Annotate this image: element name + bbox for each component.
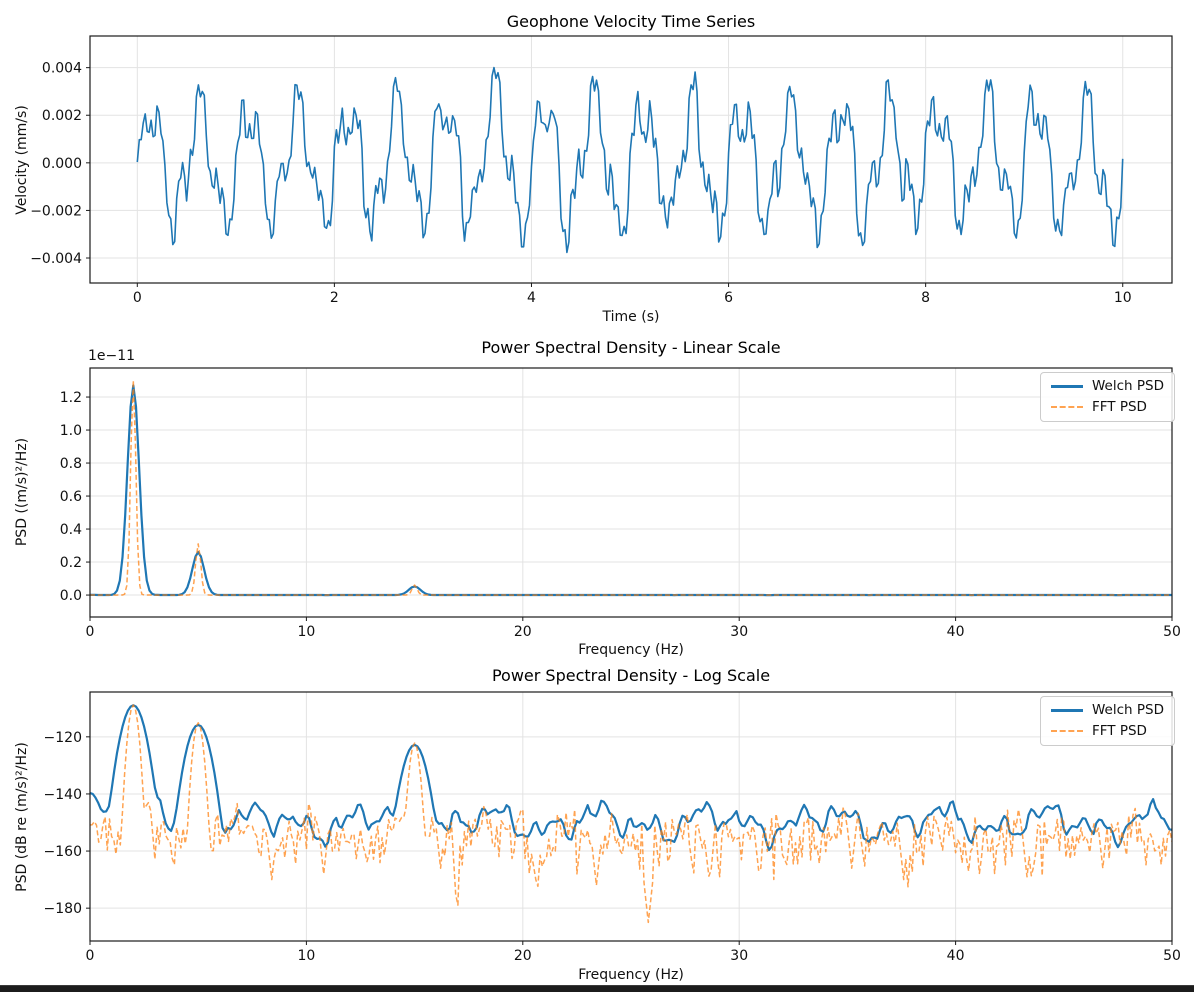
welch-line-sample-icon: [1051, 709, 1083, 712]
fft-psd-line-log: [90, 705, 1172, 922]
welch-psd-line-linear: [90, 386, 1172, 596]
grid-lines: [90, 368, 1172, 617]
psd-log-ylabel: PSD (dB re (m/s)²/Hz): [14, 742, 30, 892]
grid-lines: [90, 692, 1172, 941]
y-tick-label: −160: [44, 844, 82, 860]
legend-label-fft: FFT PSD: [1092, 725, 1147, 739]
psd-log-plot: 0 10 20 30 40 50 −120 −140 −160 −180: [44, 692, 1181, 964]
tick-labels: 0 2 4 6 8 10 0.004 0.002 0.000 −0.002 −0.004: [30, 61, 1131, 306]
psd-log-xlabel: Frequency (Hz): [90, 967, 1172, 983]
tick-labels: 0 10 20 30 40 50 0.0 0.2 0.4 0.6 0.8 1.0 1.2: [60, 390, 1181, 640]
psd-linear-plot: 0 10 20 30 40 50 0.0 0.2 0.4 0.6 0.8 1.0 1.2: [60, 368, 1181, 640]
psd-log-legend: Welch PSD FFT PSD: [1040, 696, 1175, 746]
y-tick-label: 1.2: [60, 390, 82, 406]
legend-entry-fft: FFT PSD: [1051, 401, 1164, 415]
timeseries-title: Geophone Velocity Time Series: [90, 12, 1172, 31]
x-tick-label: 40: [947, 624, 965, 640]
x-tick-label: 0: [133, 290, 142, 306]
y-tick-label: 0.2: [60, 555, 82, 571]
axes-box: [90, 36, 1172, 283]
fft-psd-line-linear: [90, 381, 1172, 596]
x-tick-label: 6: [724, 290, 733, 306]
x-tick-label: 4: [527, 290, 536, 306]
y-tick-label: −0.004: [30, 251, 82, 267]
x-tick-label: 30: [730, 948, 748, 964]
y-tick-label: −140: [44, 787, 82, 803]
x-tick-label: 10: [297, 948, 315, 964]
y-tick-label: −0.002: [30, 203, 82, 219]
x-tick-label: 30: [730, 624, 748, 640]
legend-entry-welch: Welch PSD: [1051, 380, 1164, 394]
x-tick-label: 20: [514, 624, 532, 640]
y-tick-label: 0.4: [60, 522, 82, 538]
y-tick-label: 0.0: [60, 588, 82, 604]
y-tick-label: 0.002: [42, 108, 82, 124]
x-tick-label: 8: [921, 290, 930, 306]
y-tick-label: 0.000: [42, 156, 82, 172]
y-tick-label: −180: [44, 901, 82, 917]
velocity-trace: [137, 68, 1122, 253]
y-tick-label: 0.8: [60, 456, 82, 472]
tick-marks: [86, 397, 1172, 621]
legend-entry-welch: Welch PSD: [1051, 704, 1164, 718]
axes-box: [90, 368, 1172, 617]
psd-linear-legend: Welch PSD FFT PSD: [1040, 372, 1175, 422]
legend-label-fft: FFT PSD: [1092, 401, 1147, 415]
matplotlib-figure: 0 2 4 6 8 10 0.004 0.002 0.000 −0.002 −0.004 0 10 20 3…: [0, 0, 1194, 992]
timeseries-plot: 0 2 4 6 8 10 0.004 0.002 0.000 −0.002 −0.004: [30, 36, 1172, 306]
axes-box: [90, 692, 1172, 941]
x-tick-label: 50: [1163, 624, 1181, 640]
y-tick-label: 0.6: [60, 489, 82, 505]
x-tick-label: 0: [86, 948, 95, 964]
y-tick-label: −120: [44, 730, 82, 746]
x-tick-label: 20: [514, 948, 532, 964]
timeseries-ylabel: Velocity (mm/s): [14, 105, 30, 215]
fft-line-sample-icon: [1051, 730, 1083, 732]
psd-linear-xlabel: Frequency (Hz): [90, 642, 1172, 658]
x-tick-label: 10: [1114, 290, 1132, 306]
timeseries-xlabel: Time (s): [90, 309, 1172, 325]
legend-label-welch: Welch PSD: [1092, 704, 1164, 718]
tick-marks: [86, 737, 1172, 945]
legend-label-welch: Welch PSD: [1092, 380, 1164, 394]
psd-linear-offset-text: 1e−11: [88, 348, 135, 364]
plots-canvas: 0 2 4 6 8 10 0.004 0.002 0.000 −0.002 −0.004 0 10 20 3…: [0, 0, 1194, 992]
tick-labels: 0 10 20 30 40 50 −120 −140 −160 −180: [44, 730, 1181, 964]
legend-entry-fft: FFT PSD: [1051, 725, 1164, 739]
x-tick-label: 0: [86, 624, 95, 640]
x-tick-label: 10: [297, 624, 315, 640]
grid-lines: [90, 36, 1172, 283]
y-tick-label: 1.0: [60, 423, 82, 439]
psd-linear-title: Power Spectral Density - Linear Scale: [90, 338, 1172, 357]
y-tick-label: 0.004: [42, 61, 82, 77]
window-bottom-edge-bar: [0, 985, 1194, 992]
x-tick-label: 40: [947, 948, 965, 964]
psd-linear-ylabel: PSD ((m/s)²/Hz): [14, 438, 30, 546]
welch-line-sample-icon: [1051, 385, 1083, 388]
x-tick-label: 50: [1163, 948, 1181, 964]
x-tick-label: 2: [330, 290, 339, 306]
fft-line-sample-icon: [1051, 406, 1083, 408]
psd-log-title: Power Spectral Density - Log Scale: [90, 666, 1172, 685]
